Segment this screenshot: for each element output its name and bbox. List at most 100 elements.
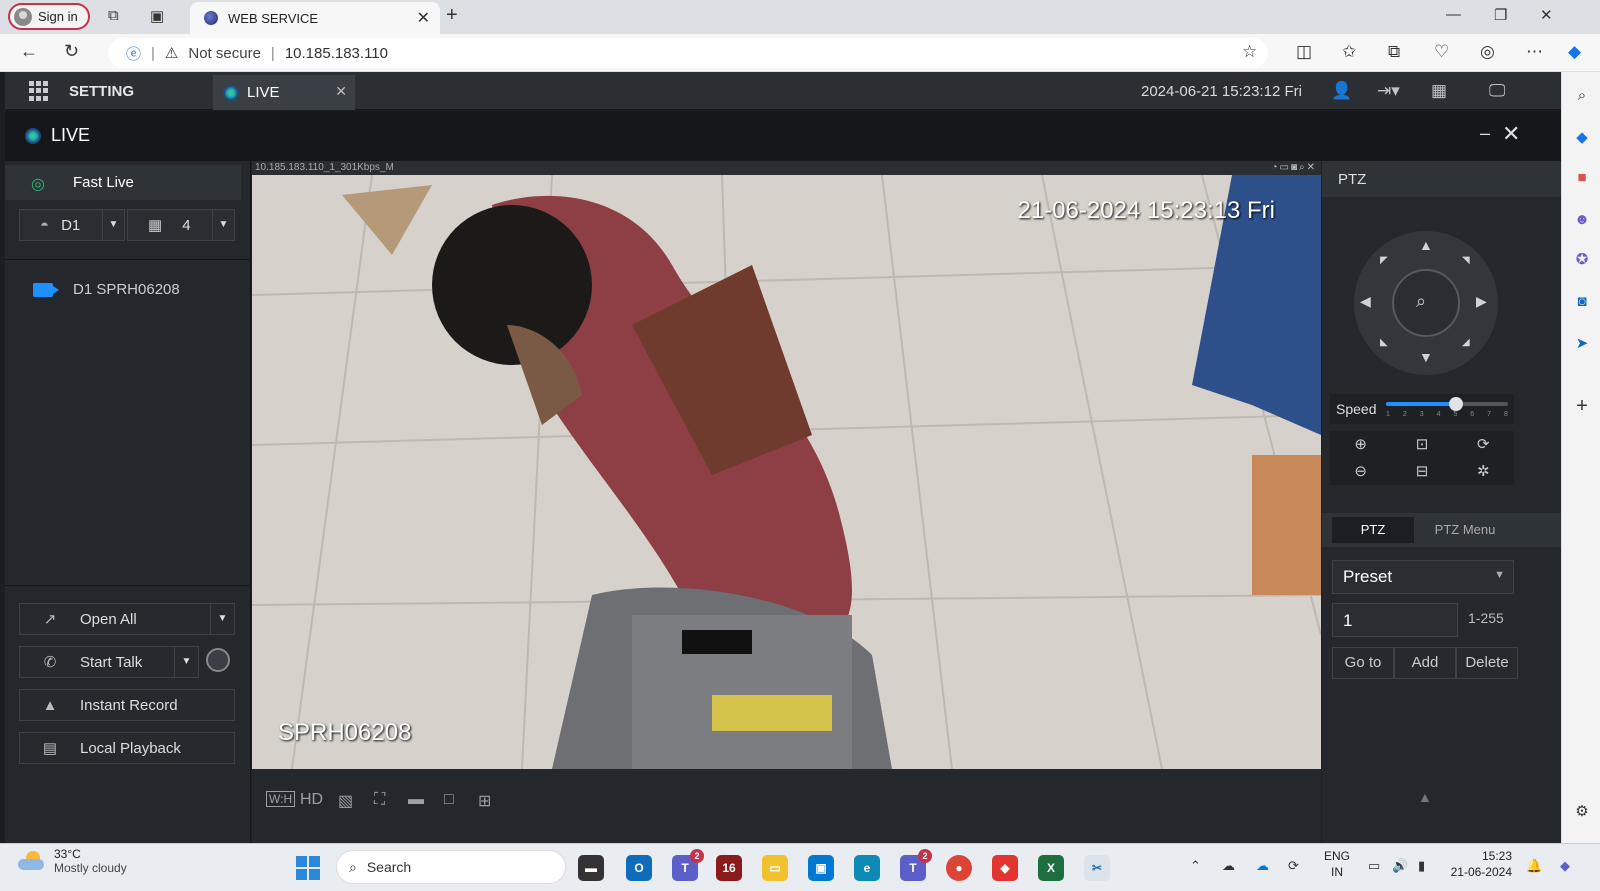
chevron-down-icon[interactable]: ▼	[102, 210, 124, 240]
start-button[interactable]	[296, 856, 320, 880]
single-view-icon[interactable]: ▬	[408, 791, 424, 809]
chevron-down-icon[interactable]: ▼	[174, 647, 198, 677]
search-icon[interactable]: ⌕	[1572, 86, 1592, 106]
new-tab-icon[interactable]: +	[446, 4, 458, 27]
not-secure-label[interactable]: Not secure	[188, 45, 261, 62]
ptz-left-icon[interactable]: ◀	[1360, 293, 1371, 310]
minimize-panel-icon[interactable]: –	[1480, 123, 1490, 144]
instant-record-button[interactable]: ▲ Instant Record	[19, 689, 235, 721]
send-icon[interactable]: ➤	[1572, 334, 1592, 354]
ptz-down-left-icon[interactable]: ◣	[1380, 337, 1388, 348]
ptz-right-icon[interactable]: ▶	[1476, 293, 1487, 310]
preset-number-input[interactable]: 1	[1332, 603, 1458, 637]
focus-near-icon[interactable]: ⊡	[1391, 431, 1452, 458]
close-live-tab-icon[interactable]: ✕	[335, 83, 347, 100]
outlook-task-icon[interactable]: O	[626, 855, 652, 881]
ptz-down-icon[interactable]: ▼	[1419, 349, 1433, 365]
collapse-up-icon[interactable]: ▲	[1418, 789, 1432, 805]
iris-open-icon[interactable]: ⟳	[1453, 431, 1514, 458]
add-sidebar-icon[interactable]: +	[1572, 396, 1592, 416]
folder-task-icon[interactable]: ▭	[762, 855, 788, 881]
refresh-icon[interactable]: ↻	[64, 41, 79, 62]
close-tab-icon[interactable]: ✕	[417, 8, 430, 28]
favorite-star-icon[interactable]: ☆	[1242, 42, 1257, 62]
aspect-ratio-icon[interactable]: W:H	[266, 791, 296, 807]
display-icon[interactable]: ▭	[1368, 858, 1380, 874]
ptz-auto-scan-button[interactable]: ⌕	[1392, 269, 1460, 337]
app-task-icon[interactable]: 16	[716, 855, 742, 881]
four-split-icon[interactable]: ⊞	[478, 791, 491, 811]
logout-icon[interactable]: ⇥▾	[1377, 81, 1400, 101]
toolbox-icon[interactable]: ■	[1572, 168, 1592, 188]
browser-tab-web-service[interactable]: WEB SERVICE ✕	[190, 2, 440, 34]
local-playback-button[interactable]: ▤ Local Playback	[19, 732, 235, 764]
device-select[interactable]: ◓ D1 ▼	[19, 209, 125, 241]
sign-in-button[interactable]: Sign in	[8, 3, 90, 30]
outlook-icon[interactable]: ◙	[1572, 292, 1592, 312]
workspaces-icon[interactable]: ⧉	[108, 7, 119, 24]
copilot-taskbar-icon[interactable]: ◆	[1560, 858, 1570, 874]
close-window-icon[interactable]: ✕	[1540, 6, 1553, 24]
url-field[interactable]: ⓔ | ⚠ Not secure | 10.185.183.110	[108, 38, 1268, 68]
show-hidden-icons-icon[interactable]: ⌃	[1190, 858, 1201, 874]
more-options-icon[interactable]: ⋯	[1526, 42, 1543, 62]
split-select[interactable]: ▦ 4 ▼	[127, 209, 235, 241]
anydesk-task-icon[interactable]: ◆	[992, 855, 1018, 881]
iris-close-icon[interactable]: ✲	[1453, 458, 1514, 485]
tab-live[interactable]: LIVE ✕	[213, 75, 355, 110]
add-preset-button[interactable]: Add	[1394, 647, 1456, 679]
sync-icon[interactable]: ⟳	[1288, 858, 1299, 874]
copilot-app-icon[interactable]: ✪	[1572, 250, 1592, 270]
weather-widget[interactable]: 33°C Mostly cloudy	[18, 847, 127, 875]
people-icon[interactable]: ☻	[1572, 210, 1592, 230]
ptz-up-right-icon[interactable]: ◥	[1462, 255, 1470, 266]
settings-gear-icon[interactable]: ⚙	[1572, 802, 1592, 822]
zoom-in-icon[interactable]: ⊕	[1330, 431, 1391, 458]
back-icon[interactable]: ←	[20, 41, 38, 62]
favorites-icon[interactable]: ✩	[1342, 42, 1356, 62]
onedrive-icon[interactable]: ☁	[1256, 858, 1269, 874]
hd-toggle[interactable]: HD	[300, 791, 323, 809]
snipping-tool-task-icon[interactable]: ✂	[1084, 855, 1110, 881]
speed-slider-track[interactable]	[1386, 397, 1508, 411]
teams-alt-task-icon[interactable]: T2	[900, 849, 932, 881]
chevron-down-icon[interactable]: ▼	[212, 210, 234, 240]
teams-task-icon[interactable]: T2	[672, 849, 704, 881]
delete-preset-button[interactable]: Delete	[1456, 647, 1518, 679]
zoom-out-icon[interactable]: ⊖	[1330, 458, 1391, 485]
one-split-icon[interactable]: □	[444, 791, 454, 809]
file-explorer-task-icon[interactable]: ▬	[578, 855, 604, 881]
ptz-speed-control[interactable]: Speed 1 2 3 4 5 6 7 8	[1330, 394, 1514, 424]
battery-icon[interactable]: ▮	[1418, 858, 1425, 874]
video-window-controls[interactable]: ◔▭◙⌕✕	[1271, 161, 1317, 175]
qr-code-icon[interactable]: ▦	[1431, 81, 1447, 101]
preset-select[interactable]: Preset ▼	[1332, 560, 1514, 594]
notification-bell-icon[interactable]: 🔔	[1526, 858, 1542, 874]
excel-task-icon[interactable]: X	[1038, 855, 1064, 881]
start-talk-button[interactable]: ✆ Start Talk ▼	[19, 646, 199, 678]
tab-actions-icon[interactable]: ▣	[150, 7, 164, 25]
ptz-down-right-icon[interactable]: ◢	[1462, 337, 1470, 348]
tag-icon[interactable]: ◆	[1572, 128, 1592, 148]
ptz-direction-pad[interactable]: ▲ ▼ ◀ ▶ ◤ ◥ ◣ ◢ ⌕	[1354, 231, 1498, 375]
goto-preset-button[interactable]: Go to	[1332, 647, 1394, 679]
copilot-icon[interactable]: ◆	[1568, 42, 1581, 62]
ie-mode-icon[interactable]: ⓔ	[126, 43, 141, 64]
minimize-window-icon[interactable]: —	[1446, 6, 1461, 23]
user-icon[interactable]: 👤	[1331, 81, 1352, 101]
volume-icon[interactable]: 🔊	[1392, 858, 1408, 874]
open-all-button[interactable]: ↗ Open All ▼	[19, 603, 235, 635]
chevron-down-icon[interactable]: ▼	[210, 604, 234, 634]
ptz-up-icon[interactable]: ▲	[1419, 237, 1433, 253]
system-clock[interactable]: 15:23 21-06-2024	[1450, 848, 1512, 880]
taskbar-search[interactable]: ⌕ Search	[336, 850, 566, 884]
warning-icon[interactable]: ⚠	[165, 44, 178, 62]
extension-icon[interactable]: ◎	[1480, 42, 1495, 62]
talk-status-indicator[interactable]	[206, 648, 230, 672]
tab-ptz[interactable]: PTZ	[1332, 517, 1414, 543]
setting-menu[interactable]: SETTING	[69, 83, 134, 100]
live-video-feed[interactable]: 21-06-2024 15:23:13 Fri SPRH06208	[252, 175, 1321, 769]
collections-icon[interactable]: ⧉	[1388, 42, 1400, 62]
capture-icon[interactable]: ⛶	[374, 791, 385, 809]
fast-live-header[interactable]: ◎ Fast Live	[5, 165, 241, 200]
